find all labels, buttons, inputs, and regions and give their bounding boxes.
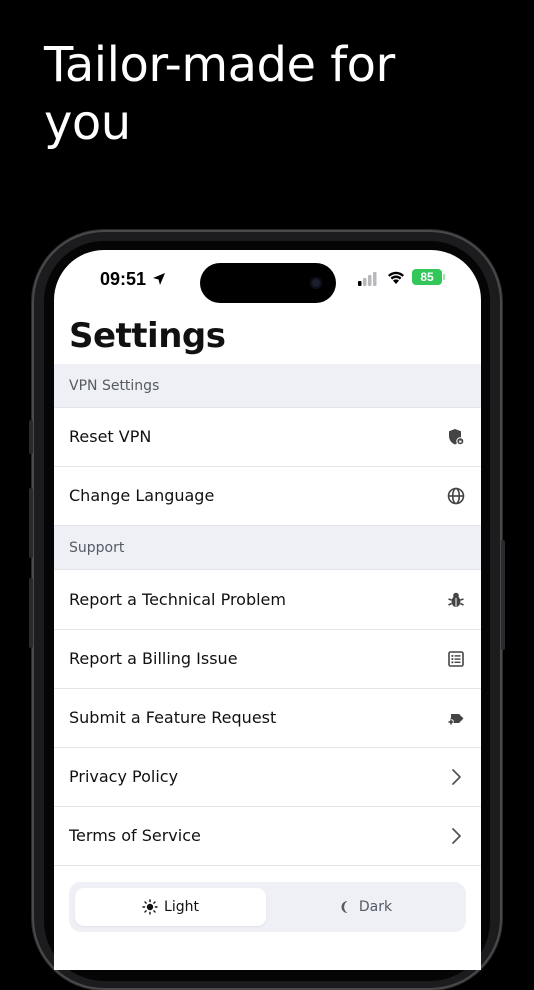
camera-icon <box>310 277 322 289</box>
theme-dark-label: Dark <box>358 899 393 915</box>
globe-icon <box>447 487 465 505</box>
cellular-signal-icon <box>358 272 377 286</box>
section-header-support: Support <box>54 526 481 570</box>
location-arrow-icon <box>153 273 165 285</box>
settings-row-report-billing-issue[interactable]: Report a Billing Issue <box>54 630 481 689</box>
theme-toggle: Light Dark <box>69 882 466 932</box>
battery-icon: 85 <box>412 269 445 285</box>
sun-icon <box>142 899 158 915</box>
theme-dark-button[interactable]: Dark <box>269 888 460 926</box>
row-label: Change Language <box>69 486 215 505</box>
phone-side-button <box>29 420 33 454</box>
row-label: Submit a Feature Request <box>69 708 277 727</box>
status-time: 09:51 <box>100 269 147 289</box>
settings-row-reset-vpn[interactable]: Reset VPN <box>54 408 481 467</box>
row-label: Reset VPN <box>69 427 152 446</box>
settings-row-privacy-policy[interactable]: Privacy Policy <box>54 748 481 807</box>
row-label: Privacy Policy <box>69 767 179 786</box>
settings-row-terms-of-service[interactable]: Terms of Service <box>54 807 481 866</box>
receipt-icon <box>448 651 464 667</box>
chevron-right-icon <box>452 769 461 785</box>
page-title: Settings <box>69 316 226 356</box>
bug-icon <box>448 592 464 607</box>
wifi-icon <box>388 271 404 284</box>
row-label: Terms of Service <box>69 826 201 845</box>
headline-line-2: you <box>44 95 131 151</box>
dynamic-island <box>200 263 336 303</box>
settings-row-submit-feature-request[interactable]: Submit a Feature Request <box>54 689 481 748</box>
row-label: Report a Technical Problem <box>69 590 286 609</box>
headline: Tailor-made for you <box>44 36 395 152</box>
chevron-right-icon <box>452 828 461 844</box>
settings-row-report-technical-problem[interactable]: Report a Technical Problem <box>54 571 481 630</box>
phone-power-button <box>501 540 505 650</box>
section-header-vpn-settings: VPN Settings <box>54 364 481 408</box>
theme-light-button[interactable]: Light <box>75 888 266 926</box>
settings-row-change-language[interactable]: Change Language <box>54 467 481 526</box>
status-bar: 09:51 85 <box>54 250 481 306</box>
row-label: Report a Billing Issue <box>69 649 238 668</box>
theme-light-label: Light <box>164 899 199 915</box>
feature-request-icon <box>448 714 464 725</box>
phone-screen: 09:51 85 Settings VPN Settings Reset VPN <box>54 250 481 970</box>
shield-icon <box>449 429 465 446</box>
phone-volume-up-button <box>29 488 33 558</box>
phone-volume-down-button <box>29 578 33 648</box>
moon-icon <box>341 901 348 913</box>
headline-line-1: Tailor-made for <box>44 37 395 93</box>
